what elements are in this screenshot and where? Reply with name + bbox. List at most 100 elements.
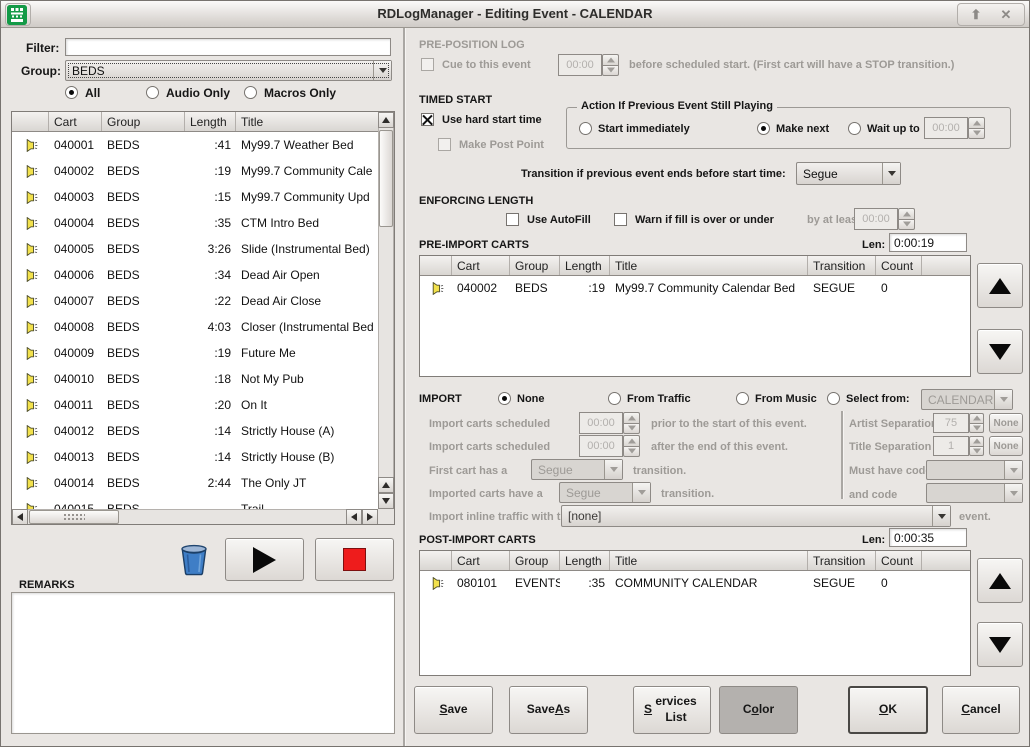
- radio-import-none[interactable]: [498, 392, 511, 405]
- artist-separation-label: Artist Separation: [849, 418, 938, 430]
- speaker-icon: [12, 451, 49, 464]
- speaker-icon: [420, 282, 452, 295]
- cart-length: 3:26: [185, 242, 236, 256]
- cart-list-row[interactable]: 040010 BEDS :18 Not My Pub: [12, 366, 378, 392]
- cart-list-row[interactable]: 040005 BEDS 3:26 Slide (Instrumental Bed…: [12, 236, 378, 262]
- pre-import-move-down-button[interactable]: [977, 329, 1023, 374]
- save-as-button[interactable]: Save As: [509, 686, 588, 734]
- spin-up-icon: [623, 435, 640, 446]
- pre-import-header-icon[interactable]: [420, 256, 452, 275]
- cart-number: 040014: [49, 476, 102, 490]
- vscroll-thumb[interactable]: [379, 130, 393, 227]
- transition-before-start-select[interactable]: Segue: [796, 162, 901, 185]
- color-button[interactable]: Color: [719, 686, 798, 734]
- radio-all[interactable]: [65, 86, 78, 99]
- cart-number: 040011: [49, 398, 102, 412]
- pre-import-header-length[interactable]: Length: [560, 256, 610, 275]
- cart-list-header-length[interactable]: Length: [185, 112, 236, 131]
- hscroll-thumb[interactable]: [29, 510, 119, 524]
- titlebar[interactable]: RDLogManager - Editing Event - CALENDAR …: [1, 1, 1029, 28]
- cart-list-row[interactable]: 040004 BEDS :35 CTM Intro Bed: [12, 210, 378, 236]
- cart-list-header-title[interactable]: Title: [236, 112, 378, 131]
- pre-import-header-count[interactable]: Count: [876, 256, 922, 275]
- filter-input[interactable]: [65, 38, 391, 56]
- cart-list-row[interactable]: 040013 BEDS :14 Strictly House (B): [12, 444, 378, 470]
- filter-label: Filter:: [26, 41, 59, 55]
- pre-import-table: Cart Group Length Title Transition Count: [419, 255, 971, 377]
- chevron-down-icon: [994, 390, 1012, 409]
- scroll-up2-icon[interactable]: [378, 477, 394, 493]
- post-import-row[interactable]: 080101 EVENTS :35 COMMUNITY CALENDAR SEG…: [420, 571, 970, 595]
- cart-title: My99.7 Community Cale: [236, 164, 378, 178]
- cart-list-row[interactable]: 040002 BEDS :19 My99.7 Community Cale: [12, 158, 378, 184]
- remarks-textarea[interactable]: [11, 592, 395, 734]
- chevron-down-icon: [1004, 484, 1022, 502]
- post-import-header-icon[interactable]: [420, 551, 452, 570]
- scroll-up-icon[interactable]: [378, 112, 394, 128]
- cancel-button[interactable]: Cancel: [942, 686, 1020, 734]
- radio-import-select-from[interactable]: [827, 392, 840, 405]
- radio-import-music[interactable]: [736, 392, 749, 405]
- shade-window-icon[interactable]: ⬆: [961, 4, 991, 25]
- ok-button[interactable]: OK: [848, 686, 928, 734]
- post-import-move-up-button[interactable]: [977, 558, 1023, 603]
- cart-list-row[interactable]: 040012 BEDS :14 Strictly House (A): [12, 418, 378, 444]
- cart-group: BEDS: [102, 138, 185, 152]
- artist-separation-spinbox: 75: [933, 413, 984, 433]
- pre-import-header-transition[interactable]: Transition: [808, 256, 876, 275]
- radio-start-immediately[interactable]: [579, 122, 592, 135]
- use-hard-start-checkbox[interactable]: [421, 113, 434, 126]
- cart-list-row[interactable]: 040007 BEDS :22 Dead Air Close: [12, 288, 378, 314]
- post-import-move-down-button[interactable]: [977, 622, 1023, 667]
- cart-list-row[interactable]: 040006 BEDS :34 Dead Air Open: [12, 262, 378, 288]
- radio-make-next[interactable]: [757, 122, 770, 135]
- cart-list-row[interactable]: 040015 BEDS Trail: [12, 496, 378, 509]
- scroll-left2-icon[interactable]: [346, 509, 362, 525]
- post-import-header-cart[interactable]: Cart: [452, 551, 510, 570]
- cart-list-header-icon[interactable]: [12, 112, 49, 131]
- scroll-down-icon[interactable]: [378, 493, 394, 509]
- pre-import-row[interactable]: 040002 BEDS :19 My99.7 Community Calenda…: [420, 276, 970, 300]
- import-column-divider: [841, 411, 844, 499]
- post-import-header-group[interactable]: Group: [510, 551, 560, 570]
- scroll-right-icon[interactable]: [362, 509, 378, 525]
- pre-import-len-value[interactable]: 0:00:19: [889, 233, 967, 252]
- warn-fill-checkbox[interactable]: [614, 213, 627, 226]
- play-button[interactable]: [225, 538, 304, 581]
- cart-number: 040009: [49, 346, 102, 360]
- services-list-button[interactable]: Services List: [633, 686, 711, 734]
- cart-list-row[interactable]: 040011 BEDS :20 On It: [12, 392, 378, 418]
- radio-import-traffic[interactable]: [608, 392, 621, 405]
- close-window-icon[interactable]: ✕: [991, 4, 1021, 25]
- cart-list-row[interactable]: 040009 BEDS :19 Future Me: [12, 340, 378, 366]
- group-select[interactable]: BEDS: [65, 60, 392, 81]
- cart-list-row[interactable]: 040001 BEDS :41 My99.7 Weather Bed: [12, 132, 378, 158]
- post-import-header-title[interactable]: Title: [610, 551, 808, 570]
- pre-import-header-title[interactable]: Title: [610, 256, 808, 275]
- cart-list-row[interactable]: 040003 BEDS :15 My99.7 Community Upd: [12, 184, 378, 210]
- post-import-header-count[interactable]: Count: [876, 551, 922, 570]
- stop-button[interactable]: [315, 538, 394, 581]
- transition-before-start-label: Transition if previous event ends before…: [521, 168, 786, 180]
- cart-list-row[interactable]: 040014 BEDS 2:44 The Only JT: [12, 470, 378, 496]
- post-import-header-transition[interactable]: Transition: [808, 551, 876, 570]
- save-button[interactable]: Save: [414, 686, 493, 734]
- inline-traffic-select[interactable]: [none]: [561, 505, 951, 527]
- radio-audio-only[interactable]: [146, 86, 159, 99]
- use-autofill-checkbox[interactable]: [506, 213, 519, 226]
- radio-wait-up-to[interactable]: [848, 122, 861, 135]
- pre-import-header-cart[interactable]: Cart: [452, 256, 510, 275]
- post-import-len-value[interactable]: 0:00:35: [889, 528, 967, 547]
- cart-list-row[interactable]: 040008 BEDS 4:03 Closer (Instrumental Be…: [12, 314, 378, 340]
- radio-macros-only[interactable]: [244, 86, 257, 99]
- cart-length: :35: [185, 216, 236, 230]
- post-import-header-length[interactable]: Length: [560, 551, 610, 570]
- cart-list-header-cart[interactable]: Cart: [49, 112, 102, 131]
- pre-import-move-up-button[interactable]: [977, 263, 1023, 308]
- scroll-left-icon[interactable]: [12, 509, 28, 525]
- cart-list-header-group[interactable]: Group: [102, 112, 185, 131]
- chevron-down-icon: [1004, 461, 1022, 479]
- pre-import-header-group[interactable]: Group: [510, 256, 560, 275]
- spin-up-icon: [968, 117, 985, 128]
- delete-cart-button[interactable]: [177, 541, 211, 579]
